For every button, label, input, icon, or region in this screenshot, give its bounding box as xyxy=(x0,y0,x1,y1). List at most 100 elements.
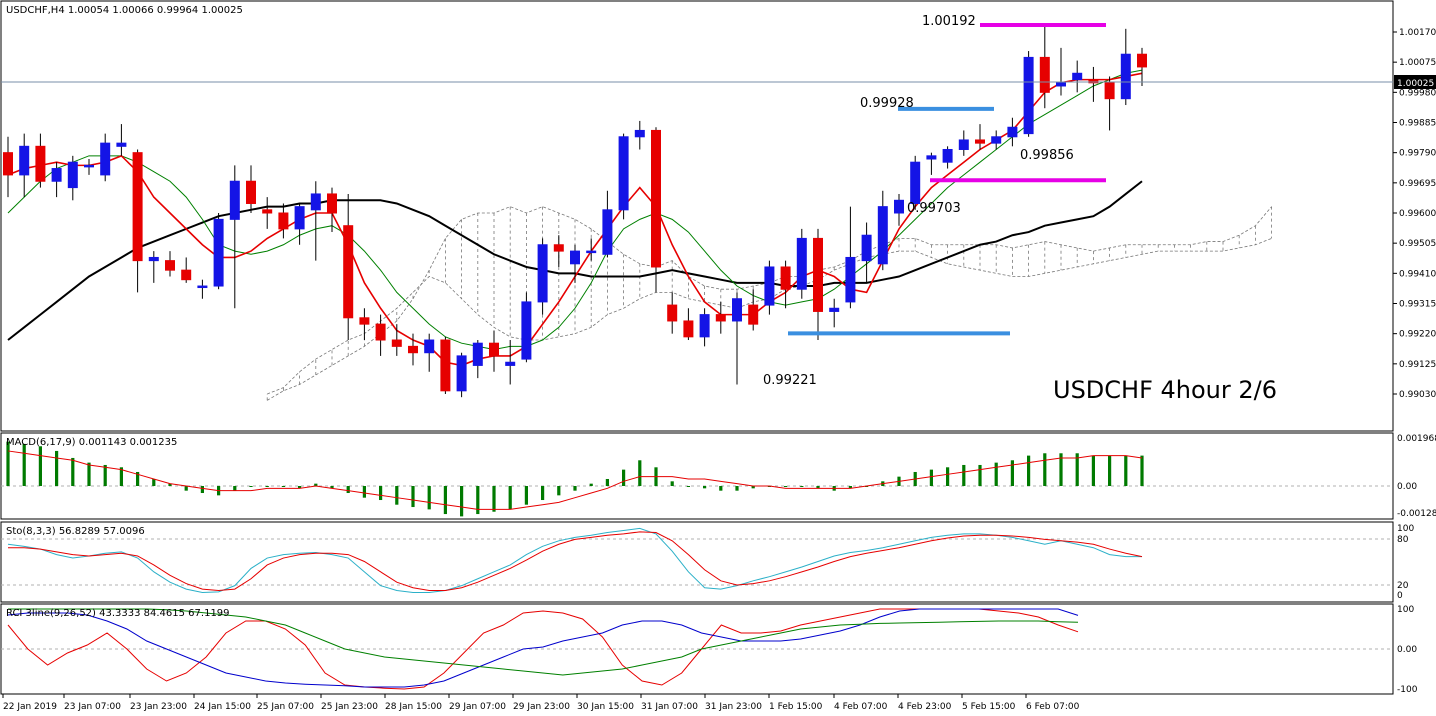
candle-bull xyxy=(1056,82,1066,87)
price-tick-label: 0.99125 xyxy=(1399,360,1436,370)
candle-bull xyxy=(699,314,710,338)
candle-bear xyxy=(35,145,46,182)
macd-bar xyxy=(1124,455,1128,486)
candle-bear xyxy=(780,266,791,290)
macd-bar xyxy=(703,486,707,489)
macd-bar xyxy=(233,486,237,491)
candle-bear xyxy=(683,320,694,338)
candle-bear xyxy=(813,237,823,312)
time-tick-label: 31 Jan 23:00 xyxy=(705,702,762,712)
candle-bull xyxy=(764,266,775,306)
macd-bar xyxy=(994,462,998,486)
macd-bar xyxy=(1091,455,1095,486)
macd-bar xyxy=(265,486,269,487)
price-tick-label: 0.99220 xyxy=(1399,330,1436,340)
macd-bar xyxy=(622,469,626,486)
macd-bar xyxy=(1010,460,1014,486)
candle-bull xyxy=(861,234,872,262)
candle-bull xyxy=(294,206,305,230)
stoch-tick-label: 20 xyxy=(1397,581,1409,591)
candle-bear xyxy=(375,323,386,341)
candle-bear xyxy=(3,152,13,176)
candle-bear xyxy=(262,209,273,214)
candle-bull xyxy=(148,256,159,262)
candle-bear xyxy=(343,225,354,319)
candle-bull xyxy=(958,139,969,150)
price-tick-label: 0.99315 xyxy=(1399,300,1436,310)
candle-bull xyxy=(796,237,807,290)
macd-bar xyxy=(87,462,91,486)
time-tick-label: 29 Jan 23:00 xyxy=(513,702,570,712)
candle-bear xyxy=(748,304,759,325)
time-axis: 22 Jan 2019 23 Jan 07:00 23 Jan 23:00 24 Ja… xyxy=(2,694,1080,712)
candle-bull xyxy=(829,307,840,312)
rci-tick-label: 100 xyxy=(1397,605,1414,615)
candle-bull xyxy=(1072,72,1083,81)
time-tick-label: 29 Jan 07:00 xyxy=(449,702,506,712)
level-label: 1.00192 xyxy=(922,14,976,29)
price-tick-label: 0.99030 xyxy=(1399,390,1436,400)
candle-bull xyxy=(894,199,904,214)
candle-bull xyxy=(51,168,62,182)
time-tick-label: 1 Feb 15:00 xyxy=(769,702,823,712)
candle-bull xyxy=(634,129,645,138)
level-label: 0.99928 xyxy=(860,96,914,111)
candle-bull xyxy=(732,298,742,322)
candle-bear xyxy=(553,244,564,252)
macd-bar xyxy=(946,467,950,486)
macd-bar xyxy=(6,441,10,486)
candle-bull xyxy=(570,250,580,265)
candle-bull xyxy=(505,361,516,366)
macd-bar xyxy=(638,460,642,486)
candle-bear xyxy=(1039,56,1050,93)
time-tick-label: 6 Feb 07:00 xyxy=(1026,702,1080,712)
candle-bear xyxy=(1137,53,1147,68)
macd-bar xyxy=(55,450,59,486)
macd-bar xyxy=(605,478,609,486)
candle-bull xyxy=(197,285,208,289)
candle-bull xyxy=(84,164,94,168)
macd-bar xyxy=(800,486,804,487)
macd-bar xyxy=(1027,455,1031,486)
rci-axis: 100 0.00 -100 xyxy=(1397,605,1418,695)
main-header: USDCHF,H4 1.00054 1.00066 0.99964 1.0002… xyxy=(6,5,243,16)
candle-bull xyxy=(424,339,435,354)
macd-bar xyxy=(508,486,512,510)
price-tick-label: 0.99410 xyxy=(1399,269,1436,279)
time-tick-label: 23 Jan 07:00 xyxy=(64,702,121,712)
time-tick-label: 24 Jan 15:00 xyxy=(194,702,251,712)
price-tick-label: 0.99885 xyxy=(1399,119,1436,129)
macd-bar xyxy=(249,486,253,487)
macd-bar xyxy=(22,443,26,486)
stoch-header: Sto(8,3,3) 56.8289 57.0096 xyxy=(6,526,145,537)
candle-bear xyxy=(359,317,370,325)
price-tick-label: 0.99980 xyxy=(1399,88,1436,98)
macd-bar xyxy=(541,486,545,501)
candle-bear xyxy=(440,339,451,392)
level-label: 0.99856 xyxy=(1020,148,1074,163)
macd-bar xyxy=(1108,455,1112,486)
candle-bear xyxy=(165,260,175,271)
macd-bar xyxy=(460,486,464,517)
macd-bar xyxy=(784,486,788,487)
time-tick-label: 30 Jan 15:00 xyxy=(577,702,634,712)
candle-bull xyxy=(472,342,483,366)
stoch-axis: 10080 200 xyxy=(1397,524,1414,601)
macd-bar xyxy=(978,464,982,486)
macd-bar xyxy=(38,446,42,486)
candle-bear xyxy=(715,314,726,322)
time-tick-label: 22 Jan 2019 xyxy=(3,702,57,712)
candle-bull xyxy=(926,155,937,160)
chart-annotation: USDCHF 4hour 2/6 xyxy=(1053,376,1277,404)
time-tick-label: 31 Jan 07:00 xyxy=(641,702,698,712)
macd-bar xyxy=(346,486,350,494)
candle-bear xyxy=(181,269,192,281)
stoch-tick-label: 0 xyxy=(1397,591,1403,601)
candle-bull xyxy=(19,145,30,176)
candle-bull xyxy=(310,193,321,211)
macd-bar xyxy=(573,486,577,491)
candle-bear xyxy=(489,342,499,357)
candle-bear xyxy=(278,212,289,230)
candle-bear xyxy=(1104,82,1115,100)
time-tick-label: 23 Jan 23:00 xyxy=(130,702,187,712)
